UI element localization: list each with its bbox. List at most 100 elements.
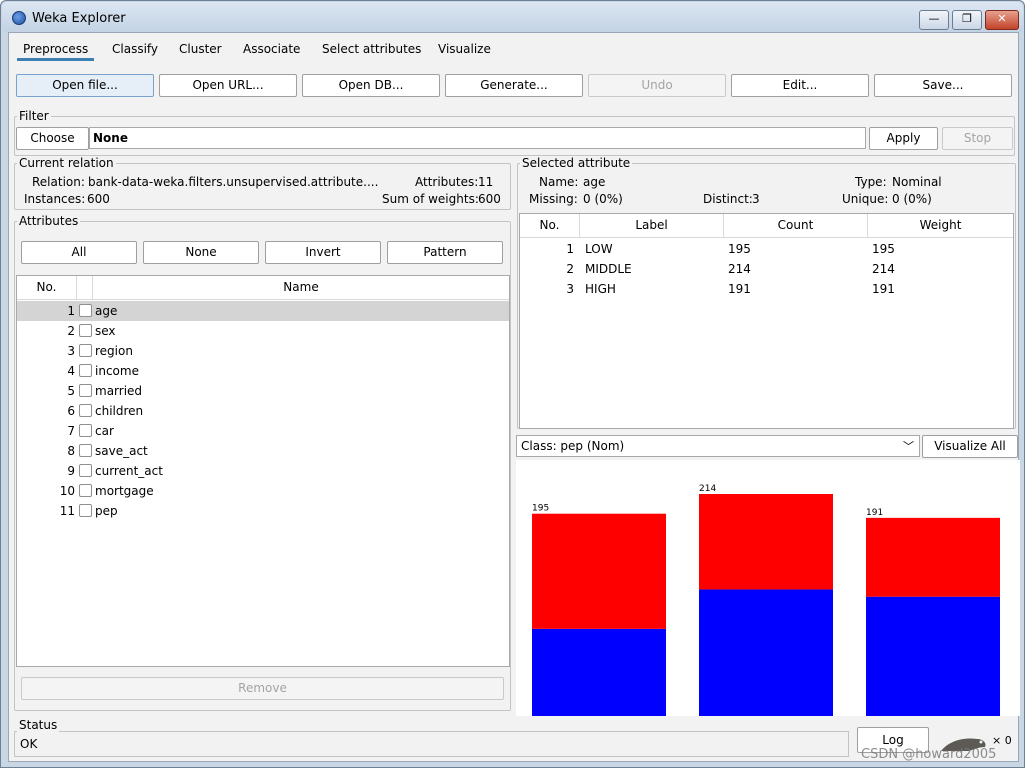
- stats-column-no[interactable]: No.: [520, 214, 580, 238]
- stats-row[interactable]: 3 HIGH 191 191: [520, 279, 1013, 299]
- attribute-row[interactable]: 5 married: [17, 381, 509, 401]
- attribute-row-checkbox[interactable]: [79, 424, 92, 437]
- bar-segment-high-1: [866, 517, 1000, 597]
- restore-button[interactable]: ❐: [952, 10, 982, 30]
- attributes-invert-button[interactable]: Invert: [265, 241, 381, 264]
- bar-total-label: 191: [866, 508, 883, 518]
- explorer-client-area: Preprocess Classify Cluster Associate Se…: [8, 32, 1020, 762]
- attribute-row-checkbox[interactable]: [79, 444, 92, 457]
- stats-row[interactable]: 1 LOW 195 195: [520, 239, 1013, 259]
- chart-svg: 195 214 191: [532, 484, 1000, 716]
- selected-attribute-section-label: Selected attribute: [520, 156, 633, 170]
- attr-missing-label: Missing:: [529, 192, 578, 206]
- attr-type-value: Nominal: [892, 175, 942, 189]
- attribute-row-no: 1: [67, 304, 75, 318]
- attribute-row[interactable]: 6 children: [17, 401, 509, 421]
- attribute-row-checkbox[interactable]: [79, 384, 92, 397]
- attribute-row[interactable]: 11 pep: [17, 501, 509, 521]
- attributes-count-value: 11: [478, 175, 494, 189]
- open-db-button[interactable]: Open DB...: [302, 74, 440, 97]
- attr-missing-value: 0 (0%): [583, 192, 623, 206]
- attributes-pattern-button[interactable]: Pattern: [387, 241, 503, 264]
- tab-select-attributes[interactable]: Select attributes: [316, 39, 427, 61]
- attribute-row-name: age: [95, 304, 118, 318]
- attribute-row-name: income: [95, 364, 139, 378]
- filter-stop-button[interactable]: Stop: [942, 127, 1013, 150]
- title-bar[interactable]: Weka Explorer — ❐ ✕: [2, 2, 1023, 32]
- bar-segment-middle-0: [699, 589, 833, 716]
- attribute-row[interactable]: 8 save_act: [17, 441, 509, 461]
- instances-label: Instances:: [24, 192, 86, 206]
- open-url-button[interactable]: Open URL...: [159, 74, 297, 97]
- attribute-row-name: children: [95, 404, 144, 418]
- generate-button[interactable]: Generate...: [445, 74, 583, 97]
- attribute-row-checkbox[interactable]: [79, 484, 92, 497]
- minimize-button[interactable]: —: [919, 10, 949, 30]
- attribute-row-no: 3: [67, 344, 75, 358]
- bar-segment-low-1: [532, 513, 666, 629]
- stats-column-count[interactable]: Count: [724, 214, 868, 238]
- attribute-row-name: car: [95, 424, 114, 438]
- attributes-none-button[interactable]: None: [143, 241, 259, 264]
- filter-choose-button[interactable]: Choose: [16, 127, 89, 150]
- attr-unique-value: 0 (0%): [892, 192, 932, 206]
- remove-button[interactable]: Remove: [21, 677, 504, 700]
- filter-value-field[interactable]: None: [89, 127, 866, 149]
- visualize-all-button[interactable]: Visualize All: [922, 435, 1018, 458]
- tab-classify[interactable]: Classify: [106, 39, 164, 61]
- stats-column-label[interactable]: Label: [580, 214, 724, 238]
- attribute-row-checkbox[interactable]: [79, 464, 92, 477]
- attribute-row-no: 9: [67, 464, 75, 478]
- class-select[interactable]: Class: pep (Nom) ﹀: [516, 435, 920, 457]
- edit-button[interactable]: Edit...: [731, 74, 869, 97]
- attribute-row[interactable]: 3 region: [17, 341, 509, 361]
- bar-total-label: 195: [532, 504, 549, 514]
- open-file-button[interactable]: Open file...: [16, 74, 154, 97]
- tab-cluster[interactable]: Cluster: [173, 39, 228, 61]
- attribute-row-name: sex: [95, 324, 116, 338]
- attribute-row-checkbox[interactable]: [79, 404, 92, 417]
- attribute-row[interactable]: 9 current_act: [17, 461, 509, 481]
- attribute-row-checkbox[interactable]: [79, 304, 92, 317]
- close-button[interactable]: ✕: [985, 10, 1019, 30]
- relation-label: Relation:: [32, 175, 85, 189]
- tab-associate[interactable]: Associate: [237, 39, 306, 61]
- bar-segment-middle-1: [699, 494, 833, 590]
- attribute-row-no: 4: [67, 364, 75, 378]
- attribute-row[interactable]: 2 sex: [17, 321, 509, 341]
- stats-row-weight: 195: [872, 242, 895, 256]
- status-text: OK: [20, 737, 38, 751]
- stats-row-count: 191: [728, 282, 751, 296]
- tab-visualize[interactable]: Visualize: [432, 39, 497, 61]
- stats-column-weight[interactable]: Weight: [868, 214, 1013, 238]
- stats-row-label: MIDDLE: [585, 262, 632, 276]
- attr-name-label: Name:: [539, 175, 579, 189]
- window-title: Weka Explorer: [32, 11, 126, 26]
- tab-preprocess[interactable]: Preprocess: [17, 39, 95, 61]
- attribute-row-checkbox[interactable]: [79, 504, 92, 517]
- attribute-row-name: save_act: [95, 444, 148, 458]
- stats-row-count: 195: [728, 242, 751, 256]
- attribute-row-checkbox[interactable]: [79, 344, 92, 357]
- attributes-table: No. Name 1 age 2 sex 3 region 4 income 5 married 6…: [16, 275, 510, 667]
- save-button[interactable]: Save...: [874, 74, 1012, 97]
- attribute-row[interactable]: 10 mortgage: [17, 481, 509, 501]
- attributes-all-button[interactable]: All: [21, 241, 137, 264]
- attribute-row-no: 5: [67, 384, 75, 398]
- attribute-row[interactable]: 1 age: [17, 301, 509, 321]
- stats-row[interactable]: 2 MIDDLE 214 214: [520, 259, 1013, 279]
- column-header-name[interactable]: Name: [93, 276, 509, 300]
- attr-type-label: Type:: [855, 175, 887, 189]
- column-header-no[interactable]: No.: [17, 276, 77, 300]
- column-header-select[interactable]: [77, 276, 93, 300]
- undo-button[interactable]: Undo: [588, 74, 726, 97]
- filter-apply-button[interactable]: Apply: [869, 127, 938, 150]
- stats-row-no: 3: [566, 282, 574, 296]
- attribute-row-name: pep: [95, 504, 118, 518]
- attribute-row-checkbox[interactable]: [79, 364, 92, 377]
- attribute-row[interactable]: 7 car: [17, 421, 509, 441]
- attribute-row-no: 10: [59, 484, 75, 498]
- weka-app-icon: [12, 11, 26, 25]
- attribute-row-checkbox[interactable]: [79, 324, 92, 337]
- attribute-row[interactable]: 4 income: [17, 361, 509, 381]
